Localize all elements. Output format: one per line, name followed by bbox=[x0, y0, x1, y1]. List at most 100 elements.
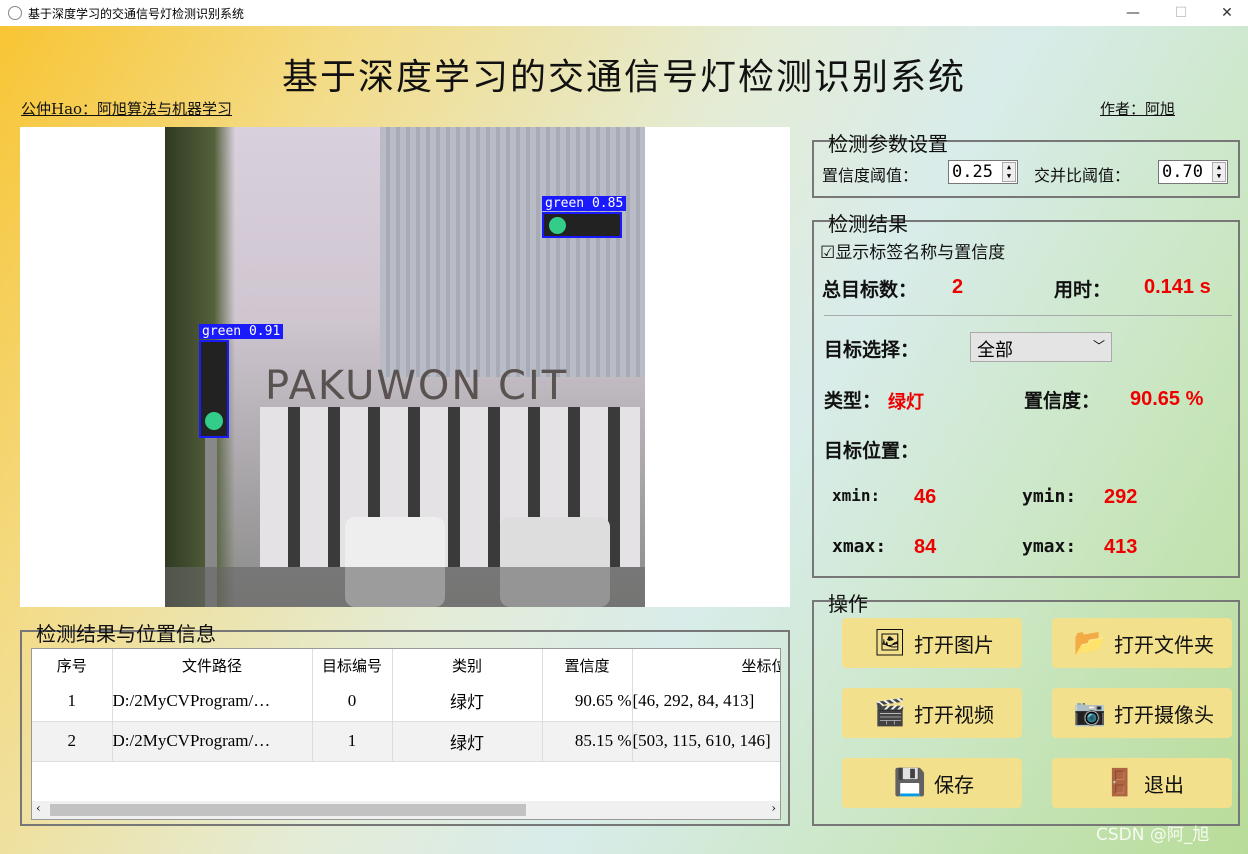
time-value: 0.141 s bbox=[1144, 276, 1211, 298]
column-header[interactable]: 坐标位置 bbox=[632, 649, 780, 681]
open-image-label: 打开图片 bbox=[914, 632, 994, 657]
table-row[interactable]: 1 D:/2MyCVProgram/… 0 绿灯 90.65 % [46, 292, 84… bbox=[32, 681, 780, 722]
open-camera-label: 打开摄像头 bbox=[1114, 702, 1214, 727]
table-cell[interactable]: 1 bbox=[32, 681, 113, 722]
column-header[interactable]: 目标编号 bbox=[312, 649, 393, 681]
sign-text: PAKUWON CIT bbox=[265, 363, 569, 409]
results-table[interactable]: 序号文件路径目标编号类别置信度坐标位置 1D:/2MyCVProgram/…0绿… bbox=[31, 648, 781, 820]
confidence-label: 置信度： bbox=[1024, 390, 1101, 412]
detection-image: PAKUWON CIT green 0.91 green 0.85 bbox=[165, 127, 645, 607]
open-video-button[interactable]: 🎬 打开视频 bbox=[842, 688, 1022, 738]
show-labels-label: 显示标签名称与置信度 bbox=[835, 243, 1006, 263]
scrollbar-thumb[interactable] bbox=[50, 804, 526, 816]
params-title: 检测参数设置 bbox=[828, 132, 948, 156]
table-cell[interactable]: 2 bbox=[32, 721, 113, 762]
video-clapper-icon: 🎬 bbox=[873, 698, 907, 728]
detection-box: green 0.91 bbox=[199, 324, 284, 438]
detection-box: green 0.85 bbox=[542, 196, 627, 238]
author-note-right: 作者：阿旭 bbox=[1100, 100, 1176, 118]
table-cell[interactable]: 绿灯 bbox=[392, 721, 543, 762]
column-header[interactable]: 序号 bbox=[32, 649, 113, 681]
open-camera-button[interactable]: 📷 打开摄像头 bbox=[1052, 688, 1232, 738]
open-video-label: 打开视频 bbox=[914, 702, 994, 727]
table-cell[interactable]: D:/2MyCVProgram/… bbox=[112, 681, 313, 722]
save-label: 保存 bbox=[934, 772, 974, 797]
minimize-button[interactable]: — bbox=[1110, 0, 1156, 26]
ymin-label: ymin: bbox=[1022, 486, 1077, 507]
table-row[interactable]: 2 D:/2MyCVProgram/… 1 绿灯 85.15 % [503, 115, 6… bbox=[32, 721, 780, 762]
table-cell[interactable]: 1 bbox=[312, 721, 393, 762]
type-label: 类型： bbox=[824, 390, 882, 412]
target-select-value: 全部 bbox=[977, 340, 1013, 361]
scroll-right-icon[interactable]: › bbox=[771, 801, 776, 815]
window-title: 基于深度学习的交通信号灯检测识别系统 bbox=[28, 6, 245, 21]
operations-group: 操作 🖼 打开图片 📂 打开文件夹 🎬 打开视频 📷 打开摄像头 💾 保存 🚪 退出 bbox=[812, 592, 1240, 826]
column-header[interactable]: 置信度 bbox=[542, 649, 633, 681]
detection-label: green 0.91 bbox=[199, 324, 284, 339]
time-label: 用时： bbox=[1054, 279, 1112, 301]
detection-label: green 0.85 bbox=[542, 196, 627, 211]
operations-title: 操作 bbox=[828, 592, 868, 616]
table-cell[interactable]: 90.65 % bbox=[542, 681, 633, 722]
total-targets-value: 2 bbox=[952, 276, 964, 298]
xmax-label: xmax: bbox=[832, 536, 887, 557]
xmin-label: xmin: bbox=[832, 486, 881, 505]
checkbox-checked-icon: ☑ bbox=[820, 243, 836, 263]
exit-button[interactable]: 🚪 退出 bbox=[1052, 758, 1232, 808]
table-cell[interactable]: 绿灯 bbox=[392, 681, 543, 722]
title-bar: 基于深度学习的交通信号灯检测识别系统 — ☐ ✕ bbox=[0, 0, 1248, 26]
maximize-button[interactable]: ☐ bbox=[1158, 0, 1204, 26]
conf-threshold-spinbox[interactable]: 0.25 ▲ ▼ bbox=[948, 160, 1018, 184]
iou-threshold-spinbox[interactable]: 0.70 ▲ ▼ bbox=[1158, 160, 1228, 184]
open-folder-button[interactable]: 📂 打开文件夹 bbox=[1052, 618, 1232, 668]
results-table-group: 检测结果与位置信息 序号文件路径目标编号类别置信度坐标位置 1D:/2MyCVP… bbox=[20, 622, 790, 826]
ymax-label: ymax: bbox=[1022, 536, 1077, 557]
table-cell[interactable]: 85.15 % bbox=[542, 721, 633, 762]
author-note-left: 公仲Hao：阿旭算法与机器学习 bbox=[21, 100, 233, 118]
open-folder-label: 打开文件夹 bbox=[1114, 632, 1214, 657]
ymin-value: 292 bbox=[1104, 486, 1138, 508]
type-value: 绿灯 bbox=[888, 392, 924, 413]
ymax-value: 413 bbox=[1104, 536, 1138, 558]
save-button[interactable]: 💾 保存 bbox=[842, 758, 1022, 808]
table-cell[interactable]: D:/2MyCVProgram/… bbox=[112, 721, 313, 762]
xmin-value: 46 bbox=[914, 486, 937, 508]
position-label: 目标位置： bbox=[824, 440, 920, 462]
target-select-label: 目标选择： bbox=[824, 339, 920, 361]
image-icon: 🖼 bbox=[873, 628, 907, 658]
conf-threshold-label: 置信度阈值： bbox=[822, 166, 919, 185]
column-header[interactable]: 类别 bbox=[392, 649, 543, 681]
results-title: 检测结果 bbox=[828, 212, 908, 236]
iou-threshold-label: 交并比阈值： bbox=[1034, 166, 1131, 185]
results-group: 检测结果 ☑显示标签名称与置信度 总目标数： 2 用时： 0.141 s 目标选… bbox=[812, 212, 1240, 578]
divider bbox=[824, 315, 1232, 316]
show-labels-checkbox[interactable]: ☑显示标签名称与置信度 bbox=[820, 238, 1005, 263]
horizontal-scrollbar[interactable]: ‹ › bbox=[32, 801, 780, 819]
exit-label: 退出 bbox=[1144, 772, 1184, 797]
table-cell[interactable]: [46, 292, 84, 413] bbox=[632, 681, 780, 722]
column-header[interactable]: 文件路径 bbox=[112, 649, 313, 681]
iou-threshold-value: 0.70 bbox=[1162, 162, 1203, 182]
watermark: CSDN @阿_旭 bbox=[1096, 825, 1210, 845]
total-targets-label: 总目标数： bbox=[822, 279, 918, 301]
image-display: PAKUWON CIT green 0.91 green 0.85 bbox=[20, 127, 790, 607]
xmax-value: 84 bbox=[914, 536, 937, 558]
confidence-value: 90.65 % bbox=[1130, 388, 1204, 410]
table-cell[interactable]: [503, 115, 610, 146] bbox=[632, 721, 780, 762]
target-select-dropdown[interactable]: 全部 ﹀ bbox=[970, 332, 1112, 362]
open-image-button[interactable]: 🖼 打开图片 bbox=[842, 618, 1022, 668]
webcam-icon: 📷 bbox=[1073, 698, 1107, 728]
table-cell[interactable]: 0 bbox=[312, 681, 393, 722]
spin-arrows-icon[interactable]: ▲ ▼ bbox=[1002, 162, 1016, 182]
close-button[interactable]: ✕ bbox=[1204, 0, 1248, 26]
params-group: 检测参数设置 置信度阈值： 0.25 ▲ ▼ 交并比阈值： 0.70 ▲ ▼ bbox=[812, 132, 1240, 198]
spin-arrows-icon[interactable]: ▲ ▼ bbox=[1212, 162, 1226, 182]
exit-door-icon: 🚪 bbox=[1103, 768, 1137, 798]
results-table-title: 检测结果与位置信息 bbox=[36, 622, 216, 646]
chevron-down-icon: ﹀ bbox=[1092, 339, 1105, 353]
app-icon bbox=[8, 6, 22, 20]
conf-threshold-value: 0.25 bbox=[952, 162, 993, 182]
floppy-disk-icon: 💾 bbox=[893, 768, 927, 798]
folder-icon: 📂 bbox=[1073, 628, 1107, 658]
scroll-left-icon[interactable]: ‹ bbox=[36, 801, 41, 815]
